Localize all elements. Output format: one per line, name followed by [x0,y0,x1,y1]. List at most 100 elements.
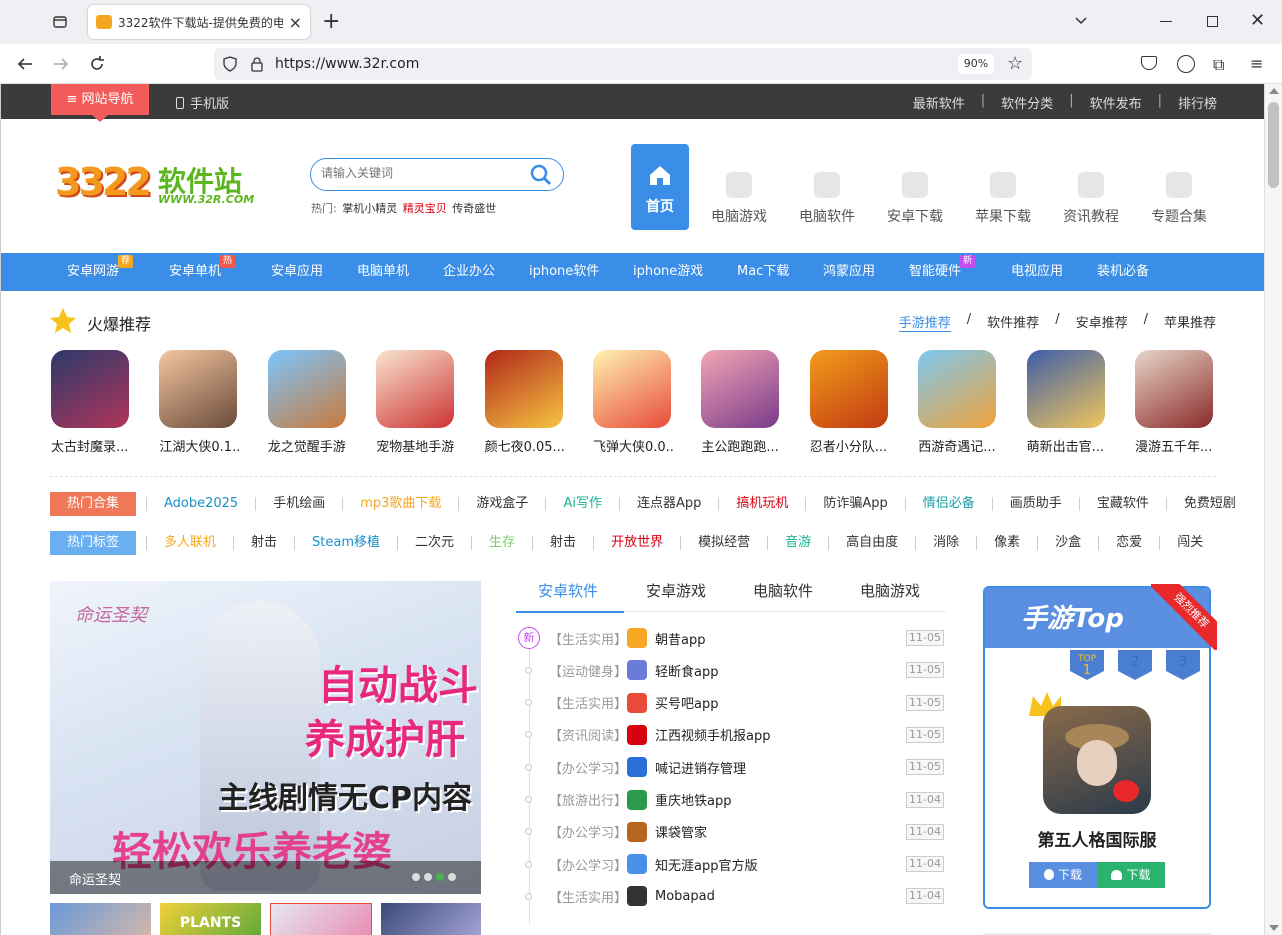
category-item[interactable]: Mac下载 [737,253,789,291]
category-item[interactable]: 安卓单机热 [169,253,236,291]
account-icon[interactable] [1177,55,1195,73]
banner-thumb[interactable] [381,903,481,935]
main-nav-item[interactable]: 电脑游戏 [701,156,777,226]
app-card[interactable]: 萌新出击官... [1026,350,1109,455]
tag-link[interactable]: 免费短剧 [1165,497,1253,511]
list-app-name[interactable]: 买号吧app [655,693,906,712]
app-card[interactable]: 太古封魔录... [51,350,133,455]
app-card[interactable]: 江湖大侠0.1... [159,350,241,455]
category-item[interactable]: 鸿蒙应用 [823,253,875,291]
tag-link[interactable]: 二次元 [397,536,471,550]
maximize-icon[interactable] [1207,16,1218,27]
tag-link[interactable]: 防诈骗App [805,497,904,511]
main-nav-item[interactable]: 苹果下载 [965,156,1041,226]
tag-link[interactable]: Ai写作 [545,497,619,511]
category-item[interactable]: 电脑单机 [357,253,409,291]
tag-link[interactable]: 多人联机 [146,536,233,550]
list-item[interactable]: 【运动健身】 轻断食app 11-05 [516,654,944,686]
tag-link[interactable]: 像素 [976,536,1037,550]
list-item[interactable]: 【生活实用】 买号吧app 11-05 [516,687,944,719]
main-nav-item[interactable]: 电脑软件 [789,156,865,226]
site-logo[interactable]: 3322 软件站 WWW.32R.COM [55,160,265,210]
tag-link[interactable]: 画质助手 [991,497,1079,511]
category-item[interactable]: 安卓应用 [271,253,323,291]
app-card[interactable]: 忍者小分队... [809,350,892,455]
reload-icon[interactable] [88,55,106,77]
extensions-icon[interactable]: ⧉ [1213,55,1224,75]
menu-icon[interactable]: ≡ [1250,54,1263,73]
list-item[interactable]: 新【生活实用】 朝昔app 11-05 [516,622,944,654]
tag-link[interactable]: mp3歌曲下载 [342,497,458,511]
category-item[interactable]: iphone软件 [529,253,599,291]
hot-tab[interactable]: 安卓推荐 [1076,312,1128,332]
shield-icon[interactable] [222,56,238,76]
list-item[interactable]: 【办公学习】 知无涯app官方版 11-04 [516,848,944,880]
minimize-icon[interactable] [1160,21,1172,22]
list-item[interactable]: 【旅游出行】 重庆地铁app 11-04 [516,784,944,816]
app-card[interactable]: 颜七夜0.05... [484,350,567,455]
tag-link[interactable]: 游戏盒子 [458,497,545,511]
vertical-scrollbar[interactable] [1264,84,1282,935]
new-tab-icon[interactable]: + [322,9,340,34]
download-ios-button[interactable]: 下载 [1029,862,1097,888]
category-item[interactable]: 智能硬件新 [909,253,976,291]
scroll-down-icon[interactable] [1269,925,1279,931]
carousel-dots[interactable] [412,873,456,881]
carousel-dot[interactable] [424,873,432,881]
app-card[interactable]: 飞弹大侠0.0... [593,350,675,455]
tag-link[interactable]: 恋爱 [1098,536,1159,550]
top-game-name[interactable]: 第五人格国际服 [985,826,1209,851]
banner-carousel[interactable]: 命运圣契 自动战斗 养成护肝 主线剧情无CP内容 轻松欢乐养老婆 命运圣契 [50,581,481,894]
browser-tab[interactable]: 3322软件下载站-提供免费的电 × [88,5,310,39]
carousel-dot[interactable] [436,873,444,881]
close-tab-icon[interactable]: × [289,13,302,32]
bookmark-star-icon[interactable]: ☆ [1007,53,1023,74]
tag-link[interactable]: 开放世界 [593,536,680,550]
tag-link[interactable]: 音游 [767,536,828,550]
close-window-icon[interactable]: ✕ [1250,10,1265,31]
hot-tab[interactable]: 软件推荐 [987,312,1039,332]
list-app-name[interactable]: 轻断食app [655,661,906,680]
list-item[interactable]: 【办公学习】 课袋管家 11-04 [516,816,944,848]
hot-tab[interactable]: 手游推荐 [898,312,951,332]
top-link[interactable]: 排行榜 [1178,93,1217,112]
category-item[interactable]: 装机必备 [1097,253,1149,291]
app-card[interactable]: 宠物基地手游 [376,350,458,455]
tag-link[interactable]: 模拟经营 [680,536,767,550]
hot-tab[interactable]: 苹果推荐 [1164,312,1216,332]
top-link[interactable]: 软件发布 [1090,93,1142,112]
rank-tab-1[interactable]: TOP 1 [1070,650,1104,680]
app-card[interactable]: 主公跑跑跑... [701,350,783,455]
tag-link[interactable]: 射击 [532,536,593,550]
download-android-button[interactable]: 下载 [1097,862,1165,888]
category-item[interactable]: 电视应用 [1011,253,1063,291]
site-nav-button[interactable]: ≡ 网站导航 [51,84,149,122]
pocket-icon[interactable] [1141,56,1157,70]
tag-link[interactable]: 情侣必备 [904,497,992,511]
list-tab[interactable]: 电脑软件 [753,580,813,601]
banner-thumb[interactable]: PLANTS [160,903,261,935]
banner-thumb-active[interactable] [270,903,372,935]
rank-tab-3[interactable]: 3 [1166,650,1200,680]
hot-search-link[interactable]: 掌机小精灵 [342,202,397,215]
top-link[interactable]: 最新软件 [913,93,965,112]
tag-link[interactable]: 生存 [471,536,532,550]
list-tab[interactable]: 电脑游戏 [860,580,920,601]
address-bar[interactable]: https://www.32r.com 90% ☆ [214,48,1032,80]
search-input[interactable] [321,166,521,180]
list-app-name[interactable]: 重庆地铁app [655,790,906,809]
scrollbar-thumb[interactable] [1268,102,1279,188]
carousel-dot[interactable] [448,873,456,881]
scroll-up-icon[interactable] [1269,88,1279,94]
list-app-name[interactable]: Mobapad [655,889,906,904]
hot-search-link[interactable]: 传奇盛世 [452,202,496,215]
tag-link[interactable]: 高自由度 [828,536,915,550]
zoom-badge[interactable]: 90% [958,54,994,74]
tab-list-icon[interactable] [50,12,70,32]
list-tab[interactable]: 安卓游戏 [646,580,706,601]
list-item[interactable]: 【办公学习】 喊记进销存管理 11-05 [516,751,944,783]
game-icon[interactable] [1043,706,1151,814]
search-icon[interactable] [529,163,553,191]
tag-link[interactable]: 射击 [233,536,294,550]
list-item[interactable]: 【资讯阅读】 江西视频手机报app 11-05 [516,719,944,751]
